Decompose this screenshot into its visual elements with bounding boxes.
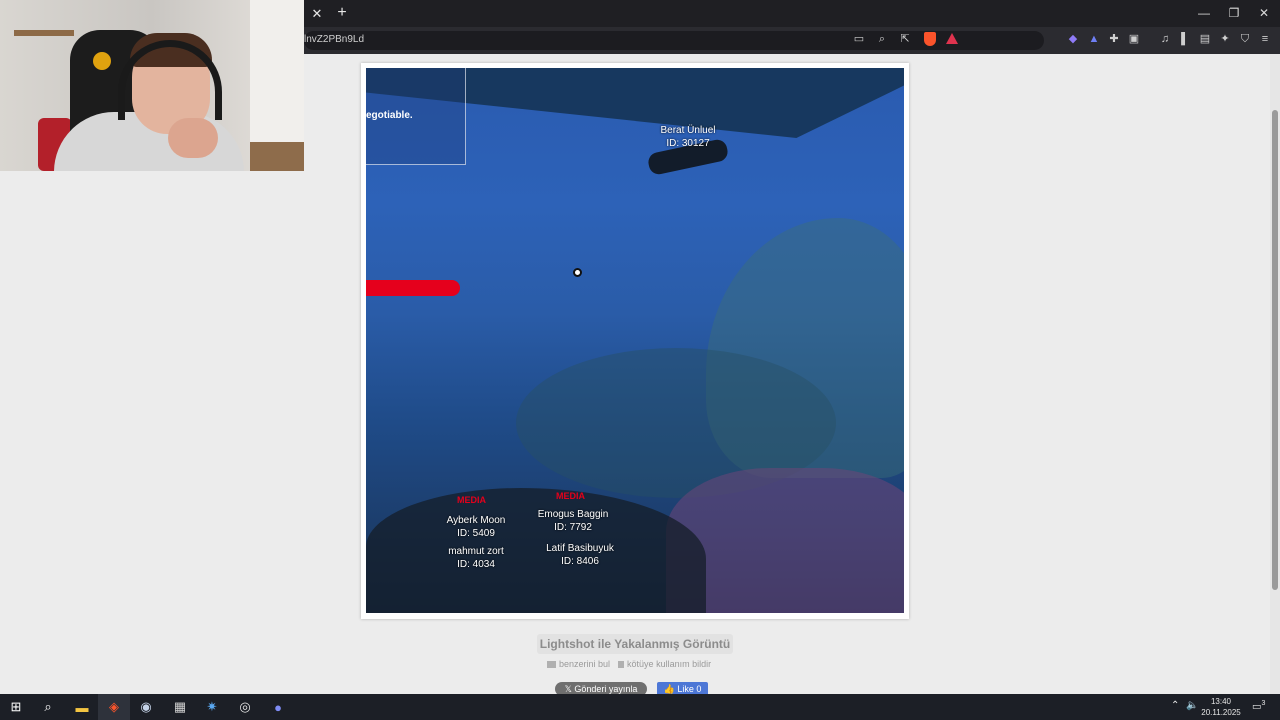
notification-count: 3 <box>1261 700 1266 707</box>
camera-icon <box>547 661 556 668</box>
scrollbar-thumb[interactable] <box>1272 110 1278 590</box>
find-similar-link[interactable]: benzerini bul <box>547 659 610 671</box>
brave-icon[interactable]: ◈ <box>102 697 126 717</box>
clock[interactable]: 13:40 20.11.2025 <box>1198 696 1244 718</box>
close-window-button[interactable]: ✕ <box>1250 4 1278 22</box>
share-icon[interactable]: ⇱ <box>898 32 912 46</box>
person-hand <box>168 118 218 158</box>
desk <box>250 142 304 171</box>
steam-icon[interactable]: ◉ <box>134 697 158 717</box>
media-label: MEDIA <box>556 491 585 501</box>
minimize-button[interactable]: — <box>1190 4 1218 22</box>
media-label: MEDIA <box>457 495 486 505</box>
zoom-icon[interactable]: ⌕ <box>875 32 889 46</box>
shelf <box>14 30 74 36</box>
player-name: mahmut zort <box>448 546 504 557</box>
new-tab-button[interactable]: + <box>333 4 351 22</box>
player-id: ID: 30127 <box>666 138 710 149</box>
notification-icon[interactable]: ▭3 <box>1252 700 1265 712</box>
extensions-icon[interactable]: ✚ <box>1107 32 1121 46</box>
tray-chevron-icon[interactable]: ⌃ <box>1171 700 1179 711</box>
player-tag: mahmut zort ID: 4034 <box>432 545 520 571</box>
player-id: ID: 4034 <box>457 559 495 570</box>
red-marker <box>366 280 460 296</box>
zoom-cursor-icon <box>573 268 582 277</box>
vpn-icon[interactable]: ▲ <box>1087 32 1101 46</box>
report-abuse-link[interactable]: kötüye kullanım bildir <box>618 659 711 671</box>
sidebar-icon[interactable]: ▌ <box>1178 32 1192 46</box>
wallet-icon[interactable]: ▤ <box>1198 32 1212 46</box>
restore-button[interactable]: ❐ <box>1220 4 1248 22</box>
battle-net-icon[interactable]: ✷ <box>200 697 224 717</box>
clock-date: 20.11.2025 <box>1201 708 1241 717</box>
discord-icon[interactable]: ● <box>266 697 290 717</box>
player-tag: Berat Ünluel ID: 30127 <box>644 124 732 150</box>
cast-icon[interactable]: ▭ <box>852 32 866 46</box>
brave-shield-icon[interactable] <box>924 32 936 46</box>
file-explorer-icon[interactable]: ▬ <box>70 697 94 717</box>
shield-icon[interactable]: ⛉ <box>1238 32 1252 46</box>
media-icon[interactable]: ♫ <box>1158 32 1172 46</box>
player-tag: Latif Basibuyuk ID: 8406 <box>532 542 628 568</box>
webcam-overlay <box>0 0 304 171</box>
game-hud-panel: egotiable. <box>366 68 466 165</box>
ai-icon[interactable]: ✦ <box>1218 32 1232 46</box>
brave-rewards-icon[interactable] <box>946 33 958 44</box>
hud-panel-text: egotiable. <box>366 110 413 121</box>
screenshot-icon[interactable]: ▣ <box>1127 32 1141 46</box>
obs-icon[interactable]: ◎ <box>233 697 257 717</box>
tab-close-button[interactable]: ✕ <box>308 5 326 23</box>
page-caption: Lightshot ile Yakalanmış Görüntü <box>537 634 733 654</box>
player-id: ID: 5409 <box>457 528 495 539</box>
player-id: ID: 7792 <box>554 522 592 533</box>
screenshot-image[interactable]: egotiable. Berat Ünluel ID: 30127 MEDIA … <box>366 68 904 613</box>
player-name: Latif Basibuyuk <box>546 543 614 554</box>
start-icon[interactable]: ⊞ <box>4 697 28 717</box>
url-text: lnvZ2PBn9Ld <box>304 34 365 45</box>
report-abuse-label: kötüye kullanım bildir <box>627 659 712 669</box>
find-similar-label: benzerini bul <box>559 659 611 669</box>
clock-time: 13:40 <box>1210 697 1232 706</box>
app-icon[interactable]: ▦ <box>168 697 192 717</box>
menu-icon[interactable]: ≡ <box>1258 32 1272 46</box>
search-icon[interactable]: ⌕ <box>36 697 60 717</box>
player-name: Emogus Baggin <box>537 509 609 520</box>
player-tag: Ayberk Moon ID: 5409 <box>432 514 520 540</box>
scrollbar[interactable] <box>1270 54 1280 694</box>
player-name: Berat Ünluel <box>660 125 716 136</box>
volume-icon[interactable]: 🔈 <box>1186 700 1198 711</box>
player-tag: Emogus Baggin ID: 7792 <box>526 508 620 534</box>
chair-logo-icon <box>93 52 111 70</box>
trash-icon <box>618 661 625 668</box>
action-links: benzerini bul kötüye kullanım bildir <box>547 659 711 671</box>
player-id: ID: 8406 <box>561 556 599 567</box>
taskbar: ⊞ ⌕ ▬ ◈ ◉ ▦ ✷ ◎ ● ⌃ 🔈 13:40 20.11.2025 ▭… <box>0 694 1280 720</box>
leo-icon[interactable]: ◆ <box>1066 32 1080 46</box>
player-name: Ayberk Moon <box>446 515 506 526</box>
